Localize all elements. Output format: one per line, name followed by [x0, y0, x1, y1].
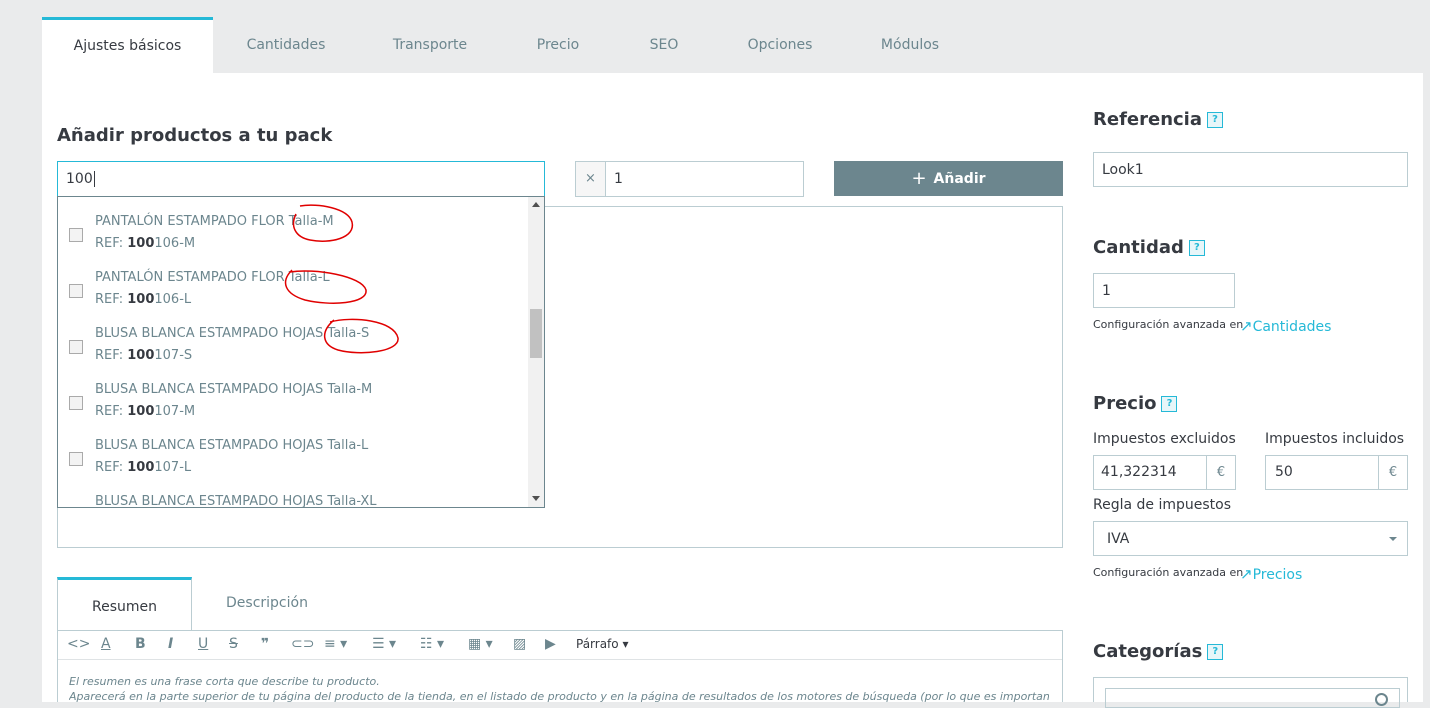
referencia-input[interactable]: Look1	[1093, 152, 1408, 187]
summary-text-line1: El resumen es una frase corta que descri…	[69, 675, 380, 688]
source-code-icon[interactable]: <>	[67, 636, 90, 652]
referencia-title: Referencia?	[1093, 109, 1223, 130]
external-link-icon: ↗	[1240, 565, 1253, 583]
precio-advanced-text: Configuración avanzada en	[1093, 566, 1244, 579]
link-icon[interactable]: ⊂⊃	[291, 636, 314, 652]
table-icon[interactable]: ▦ ▾	[468, 636, 493, 652]
bullet-list-icon[interactable]: ☰ ▾	[372, 636, 396, 652]
euro-icon: €	[1378, 456, 1407, 489]
annotation-circle	[284, 269, 367, 304]
strikethrough-icon[interactable]: S	[229, 636, 238, 652]
precio-title: Precio?	[1093, 393, 1178, 414]
precio-incl-label: Impuestos incluidos	[1265, 431, 1405, 447]
help-icon[interactable]: ?	[1207, 112, 1223, 128]
tax-rule-select[interactable]: IVA	[1093, 521, 1408, 556]
euro-icon: €	[1206, 456, 1235, 489]
cantidad-advanced-text: Configuración avanzada en	[1093, 318, 1244, 331]
precio-link-label: Precios	[1252, 567, 1303, 583]
text-color-icon[interactable]: A	[101, 636, 111, 652]
cantidad-link-label: Cantidades	[1252, 319, 1332, 335]
search-icon	[1375, 693, 1388, 706]
numbered-list-icon[interactable]: ☷ ▾	[420, 636, 444, 652]
annotation-circle	[324, 318, 399, 354]
media-icon[interactable]: ▶	[545, 636, 556, 652]
underline-icon[interactable]: U	[198, 636, 208, 652]
precio-advanced-link[interactable]: ↗Precios	[1240, 564, 1302, 583]
precio-excl-label: Impuestos excluidos	[1093, 431, 1236, 447]
precio-excl-input[interactable]: 41,322314	[1094, 456, 1206, 489]
tab-descripcion[interactable]: Descripción	[192, 577, 342, 631]
paragraph-format-label: Párrafo	[576, 637, 619, 651]
toolbar-divider	[58, 659, 1062, 660]
chevron-down-icon	[1389, 537, 1397, 541]
help-icon[interactable]: ?	[1161, 396, 1178, 412]
cantidad-advanced-link[interactable]: ↗Cantidades	[1240, 316, 1331, 335]
blockquote-icon[interactable]: ❞	[261, 636, 269, 652]
cantidad-input[interactable]: 1	[1093, 273, 1235, 308]
align-icon[interactable]: ≡ ▾	[324, 636, 347, 652]
bold-icon[interactable]: B	[135, 636, 146, 652]
tax-rule-label: Regla de impuestos	[1093, 497, 1232, 513]
category-search-input[interactable]	[1105, 688, 1400, 708]
precio-incl-input[interactable]: 50	[1266, 456, 1378, 489]
cantidad-title: Cantidad?	[1093, 237, 1205, 258]
help-icon[interactable]: ?	[1207, 644, 1224, 660]
tab-resumen[interactable]: Resumen	[57, 577, 192, 631]
image-icon[interactable]: ▨	[513, 636, 526, 652]
paragraph-format-dropdown[interactable]: Párrafo ▾	[576, 637, 628, 651]
external-link-icon: ↗	[1240, 317, 1253, 335]
annotation-circle	[292, 204, 353, 242]
italic-icon[interactable]: I	[168, 636, 173, 652]
help-icon[interactable]: ?	[1188, 240, 1205, 256]
precio-excl-group: 41,322314 €	[1093, 455, 1236, 490]
tax-rule-value: IVA	[1107, 530, 1130, 547]
precio-incl-group: 50 €	[1265, 455, 1408, 490]
categorias-title: Categorías?	[1093, 641, 1224, 662]
summary-text-line2: Aparecerá en la parte superior de tu pág…	[69, 690, 1049, 703]
categories-box	[1093, 677, 1408, 708]
